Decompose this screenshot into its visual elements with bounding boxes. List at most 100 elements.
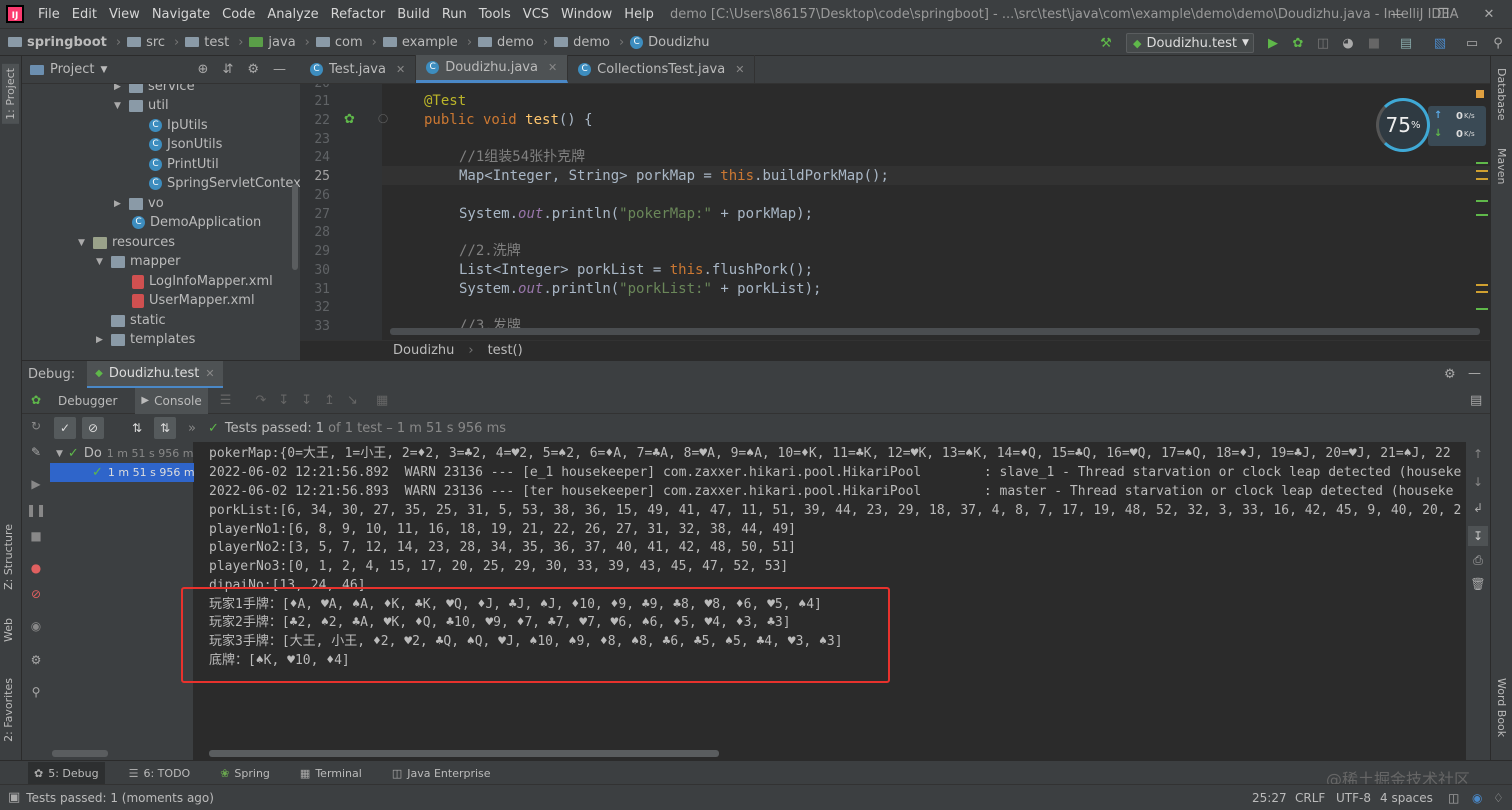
rerun-bug-icon[interactable]: ✿ bbox=[28, 392, 44, 408]
breadcrumb-springboot[interactable]: springboot › bbox=[8, 35, 121, 50]
debug-bug-icon[interactable]: ✿ bbox=[1290, 35, 1306, 51]
tree-item-loginfomapper-xml[interactable]: LogInfoMapper.xml bbox=[132, 272, 273, 291]
breadcrumb-com[interactable]: com › bbox=[315, 35, 377, 50]
project-view-select[interactable]: Project bbox=[50, 62, 94, 77]
menu-build[interactable]: Build bbox=[391, 7, 436, 22]
project-structure-icon[interactable]: ▤ bbox=[1398, 35, 1414, 51]
tab-todo[interactable]: ☰ 6: TODO bbox=[123, 762, 197, 786]
more-icon[interactable]: » bbox=[188, 421, 196, 436]
restore-button[interactable]: ❐ bbox=[1420, 0, 1466, 28]
breadcrumb-class[interactable]: Doudizhu bbox=[393, 343, 454, 358]
tree-item-springservletcontextutil[interactable]: CSpringServletContextUt bbox=[149, 174, 300, 193]
breadcrumb-method[interactable]: test() bbox=[488, 343, 523, 358]
breadcrumb-test[interactable]: test › bbox=[185, 35, 243, 50]
tab-debugger[interactable]: Debugger bbox=[52, 388, 123, 414]
menu-window[interactable]: Window bbox=[555, 7, 618, 22]
close-window-button[interactable]: ✕ bbox=[1466, 0, 1512, 28]
tree-item-util[interactable]: ▼ util bbox=[114, 96, 169, 115]
close-tab-icon[interactable]: ✕ bbox=[735, 63, 744, 76]
notifications-icon[interactable]: ♢ bbox=[1493, 791, 1504, 805]
wordbook-tool-tab[interactable]: Word Book bbox=[1495, 678, 1508, 737]
step-over-icon[interactable]: ↷ bbox=[255, 393, 266, 408]
maven-tool-tab[interactable]: Maven bbox=[1495, 148, 1508, 184]
up-arrow-icon[interactable]: ↑ bbox=[1470, 446, 1486, 462]
sort-duration-button[interactable]: ⇅ bbox=[154, 417, 176, 439]
breadcrumb-java[interactable]: java › bbox=[249, 35, 310, 50]
menu-vcs[interactable]: VCS bbox=[517, 7, 555, 22]
rerun-failed-icon[interactable]: ↻ bbox=[28, 418, 44, 434]
warning-stripe[interactable] bbox=[1476, 291, 1488, 293]
menu-edit[interactable]: Edit bbox=[66, 7, 103, 22]
tree-item-static[interactable]: static bbox=[111, 311, 166, 330]
print-icon[interactable]: ⎙ bbox=[1470, 552, 1486, 568]
performance-widget[interactable]: ↑ 0 K/s ↓ 0 K/s 75% bbox=[1372, 98, 1488, 156]
search-everywhere-icon[interactable]: ⚲ bbox=[1490, 35, 1506, 51]
fold-icon[interactable]: ◯ bbox=[378, 114, 388, 124]
database-tool-tab[interactable]: Database bbox=[1495, 68, 1508, 121]
soft-wrap-icon[interactable]: ↲ bbox=[1470, 500, 1486, 516]
breadcrumb-doudizhu[interactable]: C Doudizhu bbox=[630, 35, 710, 50]
editor-horizontal-scrollbar[interactable] bbox=[390, 328, 1480, 335]
build-hammer-icon[interactable]: ⚒ bbox=[1098, 35, 1114, 51]
profile-icon[interactable]: ◕ bbox=[1340, 35, 1356, 51]
menu-view[interactable]: View bbox=[103, 7, 146, 22]
structure-tool-tab[interactable]: Z: Structure bbox=[2, 524, 15, 590]
change-stripe[interactable] bbox=[1476, 214, 1488, 216]
lock-icon[interactable]: ◫ bbox=[1448, 791, 1459, 805]
breadcrumb-src[interactable]: src › bbox=[127, 35, 179, 50]
hide-icon[interactable]: — bbox=[273, 62, 286, 77]
tab-spring[interactable]: ❀ Spring bbox=[214, 762, 276, 786]
warning-stripe[interactable] bbox=[1476, 284, 1488, 286]
pin-icon[interactable]: ⚲ bbox=[28, 684, 44, 700]
down-arrow-icon[interactable]: ↓ bbox=[1470, 474, 1486, 490]
test-child-row[interactable]: ✓ 1 m 51 s 956 ms bbox=[50, 463, 200, 482]
hide-icon[interactable]: — bbox=[1468, 366, 1481, 381]
tab-doudizhu-java[interactable]: C Doudizhu.java ✕ bbox=[416, 55, 569, 83]
tab-debug[interactable]: ✿ 5: Debug bbox=[28, 761, 105, 786]
line-separator[interactable]: CRLF bbox=[1295, 791, 1325, 805]
panel-toggle-icon[interactable]: ▣ bbox=[8, 790, 20, 805]
menu-file[interactable]: File bbox=[32, 7, 66, 22]
tree-horizontal-scrollbar[interactable] bbox=[52, 750, 108, 757]
tree-item-service[interactable]: ▶ service bbox=[114, 84, 195, 96]
code-editor[interactable]: 20 21 22 23 24 25 26 27 28 29 30 31 32 3… bbox=[300, 84, 1490, 340]
menu-navigate[interactable]: Navigate bbox=[146, 7, 216, 22]
step-out-icon[interactable]: ↥ bbox=[324, 393, 335, 408]
restore-layout-icon[interactable]: ▤ bbox=[1470, 393, 1482, 408]
menu-code[interactable]: Code bbox=[216, 7, 261, 22]
stop-icon[interactable]: ■ bbox=[1366, 35, 1382, 51]
test-root-row[interactable]: ▼ ✓ Do 1 m 51 s 956 ms bbox=[56, 444, 199, 463]
sort-alpha-button[interactable]: ⇅ bbox=[126, 417, 148, 439]
project-tool-tab[interactable]: 1: Project bbox=[2, 64, 19, 124]
show-ignored-button[interactable]: ⊘ bbox=[82, 417, 104, 439]
gear-icon[interactable]: ⚙ bbox=[28, 652, 44, 668]
resume-icon[interactable]: ▶ bbox=[28, 476, 44, 492]
indent-setting[interactable]: 4 spaces bbox=[1380, 791, 1433, 805]
tree-item-iputils[interactable]: C IpUtils bbox=[149, 116, 208, 135]
trash-icon[interactable]: 🗑 bbox=[1470, 576, 1486, 592]
tree-item-mapper[interactable]: ▼ mapper bbox=[96, 252, 180, 271]
menu-refactor[interactable]: Refactor bbox=[325, 7, 392, 22]
debug-session-tab[interactable]: ◆ Doudizhu.test ✕ bbox=[87, 360, 223, 389]
run-icon[interactable]: ▶ bbox=[1265, 35, 1281, 51]
collapse-all-icon[interactable]: ⇵ bbox=[222, 62, 233, 77]
tree-item-vo[interactable]: ▶ vo bbox=[114, 194, 164, 213]
evaluate-icon[interactable]: ▦ bbox=[376, 393, 388, 408]
warning-stripe[interactable] bbox=[1476, 178, 1488, 180]
locate-icon[interactable]: ⊕ bbox=[198, 62, 209, 77]
tree-item-demoapplication[interactable]: C DemoApplication bbox=[132, 213, 261, 232]
view-breakpoints-icon[interactable]: ● bbox=[28, 560, 44, 576]
tab-console[interactable]: ▶ Console bbox=[135, 387, 208, 414]
tab-collectionstest-java[interactable]: C CollectionsTest.java ✕ bbox=[568, 55, 756, 83]
change-stripe[interactable] bbox=[1476, 308, 1488, 310]
tab-test-java[interactable]: C Test.java ✕ bbox=[300, 55, 417, 83]
status-message[interactable]: Tests passed: 1 (moments ago) bbox=[26, 791, 214, 805]
favorites-tool-tab[interactable]: 2: Favorites bbox=[2, 678, 15, 742]
close-tab-icon[interactable]: ✕ bbox=[205, 367, 214, 380]
gear-icon[interactable]: ⚙ bbox=[1444, 367, 1456, 382]
tab-java-enterprise[interactable]: ◫ Java Enterprise bbox=[386, 762, 497, 786]
show-passed-button[interactable]: ✓ bbox=[54, 417, 76, 439]
pause-icon[interactable]: ❚❚ bbox=[26, 502, 46, 518]
mute-breakpoints-icon[interactable]: ⊘ bbox=[28, 586, 44, 602]
force-step-into-icon[interactable]: ↧ bbox=[301, 393, 312, 408]
